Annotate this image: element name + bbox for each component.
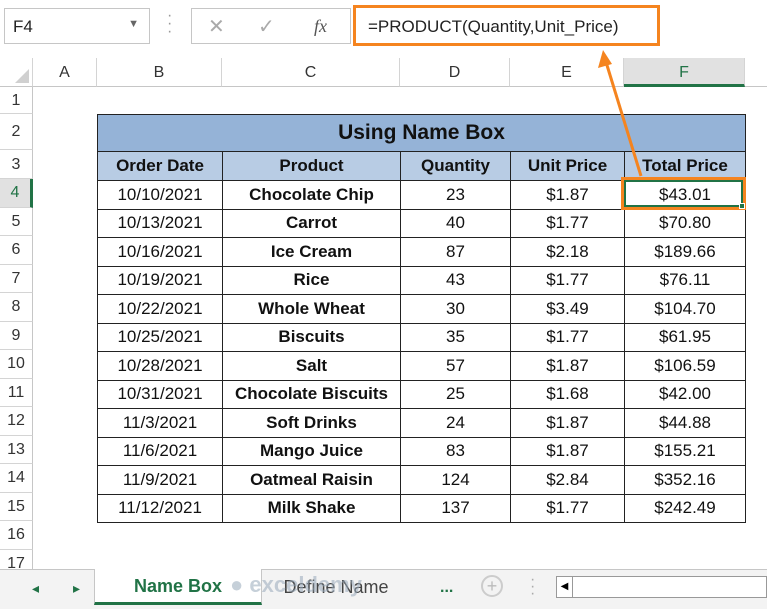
more-sheets-right[interactable]: ... <box>440 579 453 597</box>
splitter-icon[interactable]: · · · <box>530 572 535 602</box>
prev-sheet-icon[interactable]: ◂ <box>32 580 39 597</box>
watermark-logo: ● exceldemy <box>230 572 362 597</box>
add-sheet-icon[interactable]: + <box>481 575 503 597</box>
callout-arrow <box>598 50 643 177</box>
scroll-left-icon[interactable]: ◀ <box>557 577 573 597</box>
next-sheet-icon[interactable]: ▸ <box>73 580 80 597</box>
sheet-tab-bar: ◂ ▸ ... Name Box Define Name ● exceldemy… <box>0 569 767 609</box>
horizontal-scrollbar[interactable]: ◀ <box>556 576 767 598</box>
